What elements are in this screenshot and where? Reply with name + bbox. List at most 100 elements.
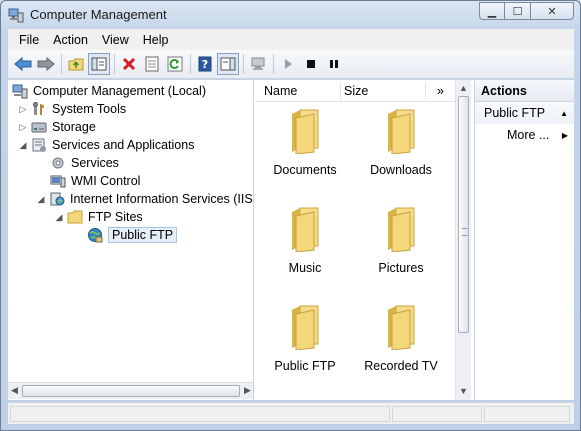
tree-item-label: WMI Control	[71, 174, 141, 188]
tree-item-computer-management[interactable]: Computer Management (Local)	[12, 82, 206, 100]
tree-item-label: Internet Information Services (IIS) (	[70, 192, 254, 206]
tree-item-system-tools[interactable]: ▷ System Tools	[18, 100, 126, 118]
forward-button[interactable]	[35, 53, 57, 75]
tree-item-label: System Tools	[52, 102, 127, 116]
tree-horizontal-scrollbar[interactable]: ◀ ▶	[8, 382, 253, 399]
result-vertical-scrollbar[interactable]: ▲ ▼	[455, 80, 471, 400]
computer-management-icon	[8, 7, 24, 23]
maximize-icon: ☐	[512, 5, 523, 18]
tree-item-label: FTP Sites	[88, 210, 143, 224]
stop-button[interactable]	[300, 53, 322, 75]
actions-section-public-ftp[interactable]: Public FTP ▲	[475, 102, 574, 124]
services-applications-icon	[31, 137, 47, 153]
properties-button[interactable]	[141, 53, 163, 75]
maximize-button[interactable]: ☐	[505, 2, 531, 20]
collapse-icon[interactable]: ◢	[18, 140, 28, 150]
computer-management-window: Computer Management ▁ ☐ ✕ File Action Vi…	[0, 0, 581, 431]
folder-item-pictures[interactable]: Pictures	[353, 206, 449, 275]
folder-icon	[388, 305, 415, 351]
start-icon	[285, 59, 292, 69]
tree-item-storage[interactable]: ▷ Storage	[18, 118, 96, 136]
actions-pane: Actions Public FTP ▲ More ... ▶	[474, 80, 574, 400]
properties-icon	[145, 56, 159, 72]
action-more[interactable]: More ... ▶	[475, 124, 574, 146]
folder-item-recorded-tv[interactable]: Recorded TV	[353, 304, 449, 373]
folder-icon	[67, 209, 83, 225]
refresh-button[interactable]	[164, 53, 186, 75]
collapse-icon[interactable]: ◢	[36, 194, 46, 204]
column-size[interactable]: Size	[344, 84, 368, 98]
minimize-button[interactable]: ▁	[479, 2, 505, 20]
scroll-right-icon[interactable]: ▶	[244, 385, 251, 396]
show-hide-action-pane-button[interactable]	[217, 53, 239, 75]
folder-icon	[388, 207, 415, 253]
folder-icon	[292, 207, 319, 253]
back-button[interactable]	[12, 53, 34, 75]
folder-icon	[292, 109, 319, 155]
pause-button[interactable]	[323, 53, 345, 75]
tree-item-public-ftp[interactable]: Public FTP	[87, 226, 178, 244]
up-folder-icon	[68, 58, 84, 71]
collapse-icon[interactable]: ◢	[54, 212, 64, 222]
delete-icon	[122, 57, 136, 71]
tree-item-label: Services and Applications	[52, 138, 195, 152]
close-button[interactable]: ✕	[531, 2, 574, 20]
action-more-label: More ...	[507, 128, 550, 142]
folder-item-music[interactable]: Music	[257, 206, 353, 275]
console-tree: Computer Management (Local) ▷ System Too…	[8, 80, 254, 400]
up-folder-button[interactable]	[65, 53, 87, 75]
show-hide-tree-icon	[91, 57, 107, 71]
collapse-section-icon[interactable]: ▲	[560, 109, 568, 118]
tree-item-services-and-applications[interactable]: ◢ Services and Applications	[18, 136, 194, 154]
svg-text:?: ?	[202, 58, 208, 71]
column-name[interactable]: Name	[264, 84, 297, 98]
folder-icon	[292, 305, 319, 351]
expand-icon[interactable]: ▷	[18, 122, 28, 132]
show-hide-tree-button[interactable]	[88, 53, 110, 75]
storage-icon	[31, 119, 47, 135]
scrollbar-thumb[interactable]	[22, 385, 240, 397]
menu-help[interactable]: Help	[136, 33, 176, 47]
folder-item-downloads[interactable]: Downloads	[353, 108, 449, 177]
help-icon: ?	[198, 56, 212, 72]
iis-icon	[49, 191, 65, 207]
folder-item-public-ftp[interactable]: Public FTP	[257, 304, 353, 373]
tree-item-label: Services	[71, 156, 119, 170]
caption-buttons: ▁ ☐ ✕	[479, 2, 574, 20]
scrollbar-thumb[interactable]	[458, 96, 469, 333]
show-hide-action-pane-icon	[220, 57, 236, 71]
services-icon	[50, 155, 66, 171]
toolbar-separator	[190, 54, 191, 74]
toolbar-separator	[243, 54, 244, 74]
menu-action[interactable]: Action	[46, 33, 95, 47]
result-pane: Name Size » Documents Downloads Music Pi…	[255, 80, 471, 400]
submenu-arrow-icon: ▶	[561, 130, 568, 140]
actions-section-label: Public FTP	[484, 106, 546, 120]
start-button[interactable]	[277, 53, 299, 75]
tree-item-services[interactable]: Services	[50, 154, 119, 172]
tree-item-ftp-sites[interactable]: ◢ FTP Sites	[54, 208, 143, 226]
scroll-down-icon[interactable]: ▼	[459, 386, 468, 396]
delete-button[interactable]	[118, 53, 140, 75]
column-divider[interactable]	[425, 82, 426, 100]
title-bar[interactable]: Computer Management ▁ ☐ ✕	[1, 1, 580, 29]
toolbar-separator	[61, 54, 62, 74]
connect-computer-button[interactable]	[247, 53, 269, 75]
refresh-icon	[167, 56, 183, 72]
tree-item-iis[interactable]: ◢ Internet Information Services (IIS) (	[36, 190, 254, 208]
stop-icon	[307, 60, 315, 68]
help-button[interactable]: ?	[194, 53, 216, 75]
scroll-left-icon[interactable]: ◀	[11, 385, 18, 396]
expand-icon[interactable]: ▷	[18, 104, 28, 114]
menu-view[interactable]: View	[95, 33, 136, 47]
folder-label: Documents	[273, 163, 337, 177]
column-divider[interactable]	[340, 82, 341, 100]
menu-file[interactable]: File	[12, 33, 46, 47]
toolbar-separator	[114, 54, 115, 74]
tree-item-wmi-control[interactable]: WMI Control	[50, 172, 140, 190]
more-columns-icon[interactable]: »	[437, 84, 444, 98]
status-cell	[10, 406, 390, 422]
scroll-up-icon[interactable]: ▲	[459, 83, 468, 93]
tree-item-label: Public FTP	[108, 227, 178, 243]
folder-item-documents[interactable]: Documents	[257, 108, 353, 177]
